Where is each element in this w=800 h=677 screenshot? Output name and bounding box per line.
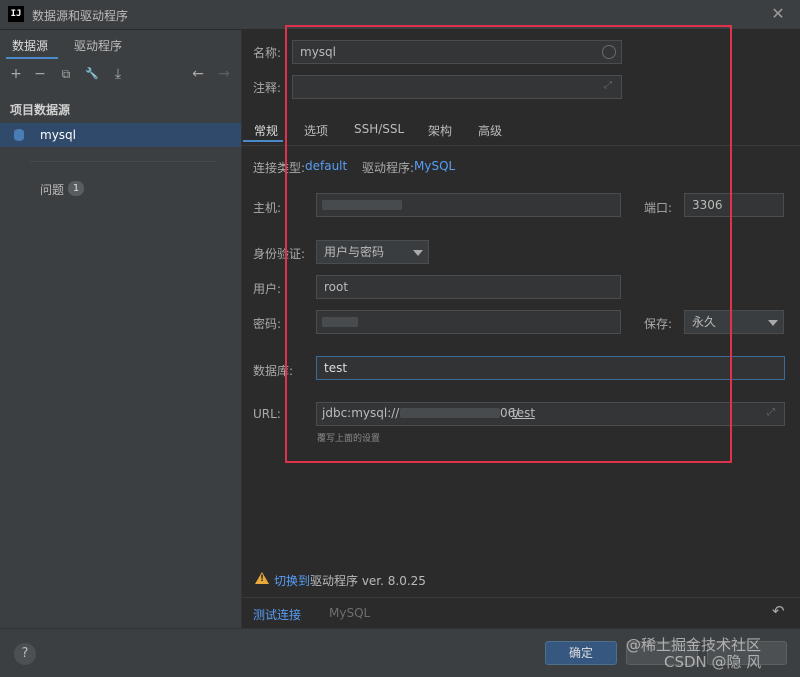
add-icon[interactable]: +	[6, 64, 26, 84]
tab-datasources[interactable]: 数据源	[12, 36, 48, 56]
import-icon[interactable]: ⤓	[108, 64, 128, 84]
tab-general-underline	[243, 140, 283, 142]
window-title: 数据源和驱动程序	[32, 9, 129, 23]
url-label: URL:	[253, 407, 281, 421]
driver-version-text: 驱动程序 ver. 8.0.25	[310, 574, 426, 588]
save-dropdown-icon	[768, 320, 778, 326]
database-icon	[14, 129, 24, 141]
test-connection-link[interactable]: 测试连接	[253, 606, 301, 623]
password-label: 密码:	[253, 317, 282, 331]
highlight-annotation-box	[285, 25, 732, 463]
name-label: 名称:	[253, 46, 282, 60]
watermark-csdn: CSDN @隐 风	[664, 653, 762, 671]
tab-datasources-underline	[6, 57, 58, 59]
section-project-datasources: 项目数据源	[10, 103, 71, 117]
footer-separator	[242, 597, 800, 598]
forward-icon[interactable]: →	[214, 64, 234, 84]
close-icon[interactable]: ✕	[768, 4, 788, 24]
copy-icon[interactable]: ⧉	[56, 64, 76, 84]
switch-driver-link[interactable]: 切换到	[274, 572, 310, 589]
left-panel	[0, 30, 242, 628]
driver-name-text: MySQL	[329, 606, 371, 620]
host-label: 主机:	[253, 201, 282, 215]
datasource-label[interactable]: mysql	[40, 128, 76, 142]
ok-button[interactable]: 确定	[545, 641, 617, 665]
remove-icon[interactable]: −	[30, 64, 50, 84]
datasource-row-mysql[interactable]	[0, 123, 241, 147]
back-icon[interactable]: ←	[188, 64, 208, 84]
wrench-icon[interactable]: 🔧	[82, 64, 102, 84]
comment-label: 注释:	[253, 81, 282, 95]
reset-icon[interactable]: ↶	[772, 602, 785, 620]
tab-drivers[interactable]: 驱动程序	[74, 36, 122, 56]
problems-label[interactable]: 问题	[40, 181, 64, 198]
divider	[30, 161, 216, 162]
user-label: 用户:	[253, 282, 282, 296]
url-expand-icon[interactable]: ⤢	[767, 407, 775, 418]
warning-exclamation: !	[260, 574, 265, 584]
tab-general[interactable]: 常规	[254, 122, 278, 139]
help-icon[interactable]: ?	[14, 643, 36, 665]
problems-count-badge: 1	[68, 181, 84, 196]
intellij-app-icon: IJ	[8, 6, 24, 22]
